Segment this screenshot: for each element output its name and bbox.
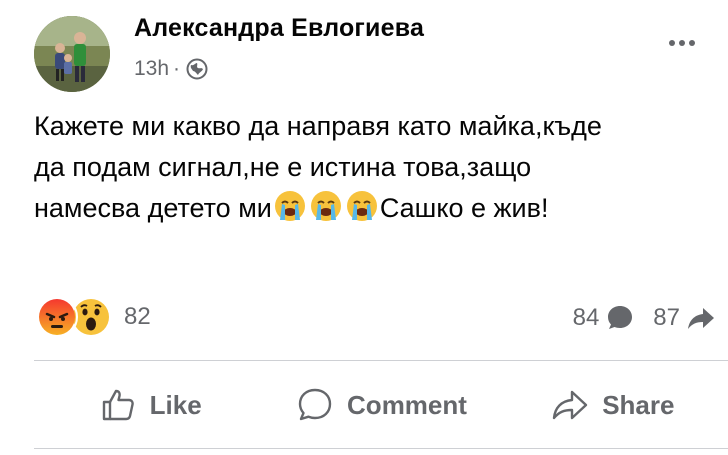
globe-icon [186,58,208,80]
more-options-button[interactable] [660,28,704,58]
share-icon [552,390,588,420]
reactions-summary[interactable]: 82 [36,296,151,338]
reaction-count[interactable]: 82 [124,303,151,331]
thumbs-up-icon [102,389,134,421]
share-button[interactable]: Share [497,385,728,425]
loudly-crying-face-emoji [310,191,341,221]
post-text: Кажете ми какво да направя като майка,къ… [34,106,714,229]
comment-icon [298,388,332,421]
engagement-counts: 84 87 [573,298,716,338]
comments-count[interactable]: 84 [573,304,600,332]
post-text-segment: намесва детето ми [34,193,272,223]
shares-count[interactable]: 87 [653,304,680,332]
loudly-crying-face-emoji [346,191,377,221]
divider [34,360,728,361]
comment-label: Comment [347,389,467,420]
dot-icon [669,40,675,46]
post-time[interactable]: 13h [134,57,169,81]
comment-bubble-icon [608,306,633,329]
dot-icon [689,40,695,46]
avatar-photo [34,16,110,92]
loudly-crying-face-emoji [274,191,305,221]
share-arrow-icon [688,308,714,329]
post-meta: 13h · [134,56,208,82]
divider [34,448,728,449]
share-label: Share [602,389,675,420]
author-name[interactable]: Александра Евлогиева [134,14,424,43]
post-text-segment: Сашко е жив! [379,193,549,223]
post-text-line: да подам сигнал,не е истина това,защо [34,152,532,182]
post-text-line: намесва детето ми Сашко е жив! [34,188,714,229]
like-button[interactable]: Like [34,385,265,425]
comment-button[interactable]: Comment [265,385,496,425]
author-avatar[interactable] [34,16,110,92]
facebook-post: Александра Евлогиева 13h · Кажете ми как… [0,0,728,455]
angry-reaction-icon [36,296,78,338]
like-label: Like [149,389,202,420]
dot-icon [679,40,685,46]
post-text-line: Кажете ми какво да направя като майка,къ… [34,111,602,141]
meta-separator: · [173,57,181,80]
action-bar: Like Comment Share [34,366,728,444]
